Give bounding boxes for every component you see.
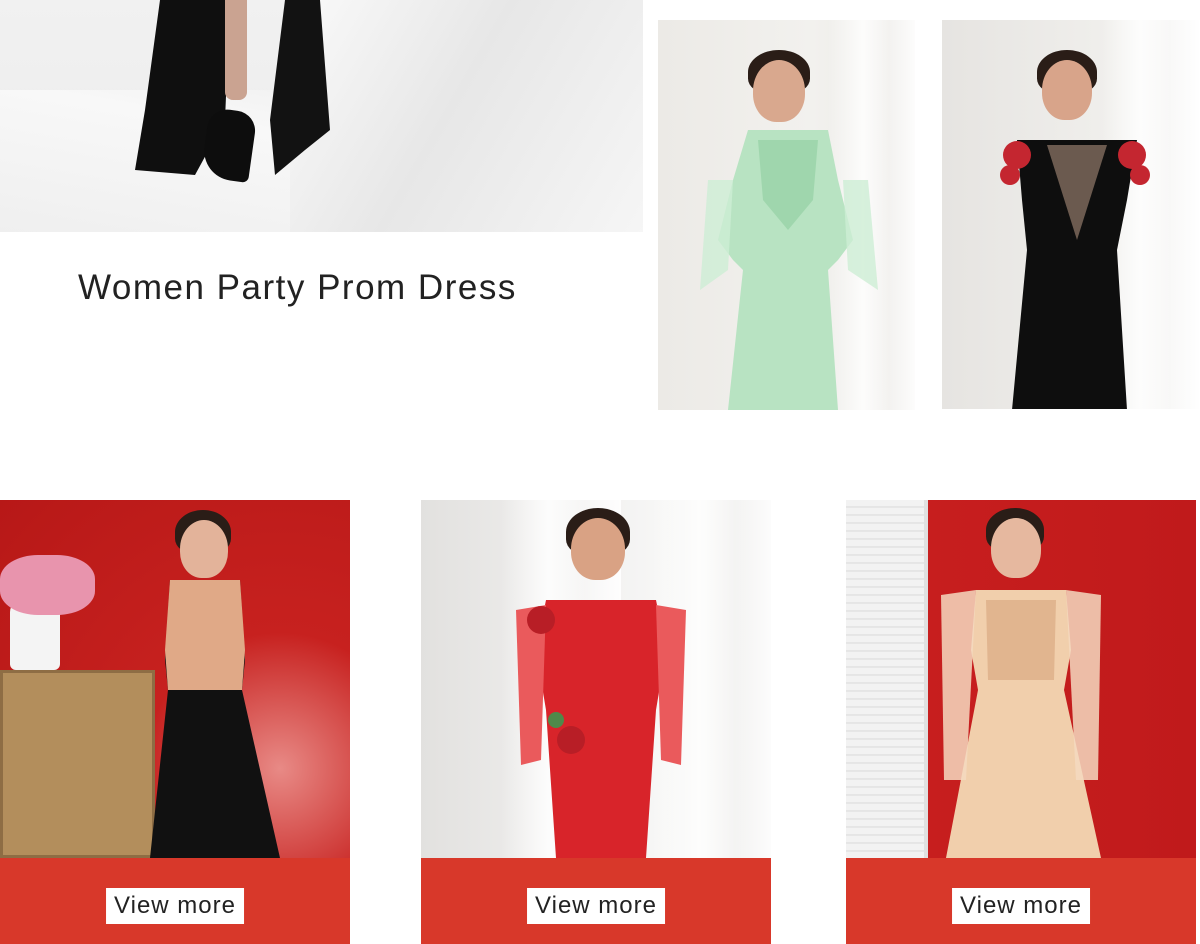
view-more-button[interactable]: View more — [527, 888, 665, 924]
product-photo-mint-dress[interactable] — [658, 20, 915, 410]
product-photo-black-rose-dress[interactable] — [942, 20, 1199, 409]
product-photo-nude-black-dress — [0, 500, 350, 858]
collection-title: Women Party Prom Dress — [78, 268, 517, 307]
view-more-button[interactable]: View more — [106, 888, 244, 924]
view-more-button[interactable]: View more — [952, 888, 1090, 924]
hero-image — [0, 0, 643, 232]
product-card-3[interactable]: View more — [846, 500, 1196, 944]
product-photo-red-dress — [421, 500, 771, 858]
product-card-1[interactable]: View more — [0, 500, 350, 944]
product-photo-peach-dress — [846, 500, 1196, 858]
product-card-2[interactable]: View more — [421, 500, 771, 944]
